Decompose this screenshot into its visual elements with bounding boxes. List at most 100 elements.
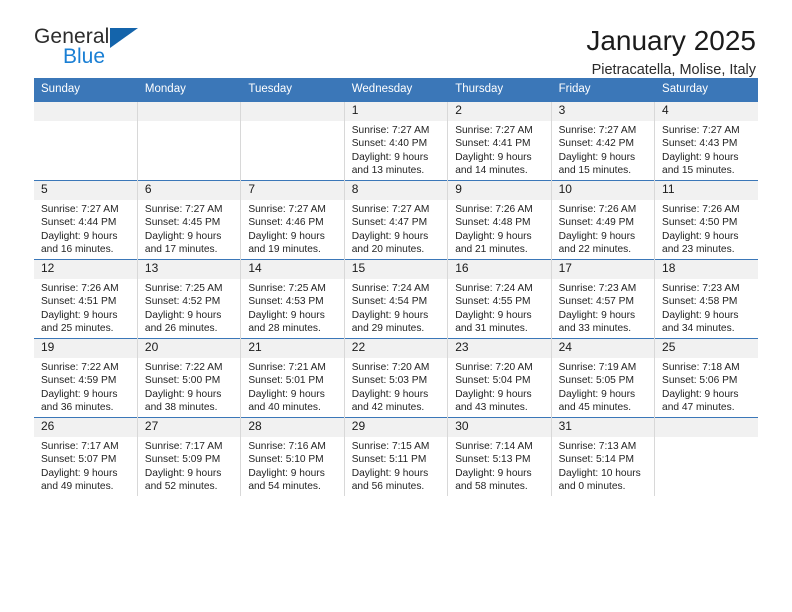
calendar-day-cell[interactable]: 17 Sunrise: 7:23 AM Sunset: 4:57 PM Dayligh… [551, 259, 656, 339]
day-cell-content [137, 102, 241, 180]
weekday-header-row: Sunday Monday Tuesday Wednesday Thursday… [34, 78, 758, 102]
calendar-day-cell[interactable]: 31 Sunrise: 7:13 AM Sunset: 5:14 PM Dayligh… [551, 417, 656, 496]
sunrise-time: Sunrise: 7:20 AM [455, 361, 533, 373]
calendar-day-cell[interactable]: 11 Sunrise: 7:26 AM Sunset: 4:50 PM Dayligh… [654, 180, 758, 260]
daylight-duration-line1: Daylight: 10 hours [558, 467, 641, 479]
sunrise-time: Sunrise: 7:27 AM [248, 203, 326, 215]
daylight-duration-line1: Daylight: 9 hours [455, 388, 532, 400]
calendar-day-cell[interactable]: 16 Sunrise: 7:24 AM Sunset: 4:55 PM Dayligh… [447, 259, 552, 339]
daylight-duration-line2: and 0 minutes. [558, 481, 626, 493]
calendar-day-cell[interactable]: 6 Sunrise: 7:27 AM Sunset: 4:45 PM Daylight… [137, 180, 242, 260]
calendar-day-cell[interactable]: 23 Sunrise: 7:20 AM Sunset: 5:04 PM Dayligh… [447, 338, 552, 418]
daylight-duration-line2: and 17 minutes. [144, 244, 218, 256]
calendar-day-cell[interactable]: 15 Sunrise: 7:24 AM Sunset: 4:54 PM Dayligh… [344, 259, 449, 339]
calendar-day-cell[interactable]: 24 Sunrise: 7:19 AM Sunset: 5:05 PM Dayligh… [551, 338, 656, 418]
day-cell-content: 11 Sunrise: 7:26 AM Sunset: 4:50 PM Dayligh… [655, 181, 758, 259]
day-sun-info: Sunrise: 7:26 AM Sunset: 4:50 PM Daylight:… [655, 200, 758, 257]
day-cell-content: 6 Sunrise: 7:27 AM Sunset: 4:45 PM Daylight… [137, 181, 241, 259]
day-cell-content: 19 Sunrise: 7:22 AM Sunset: 4:59 PM Dayligh… [34, 339, 137, 417]
sunrise-time: Sunrise: 7:24 AM [351, 282, 430, 294]
calendar-day-cell[interactable]: 30 Sunrise: 7:14 AM Sunset: 5:13 PM Dayligh… [447, 417, 552, 496]
calendar-day-cell[interactable]: 3 Sunrise: 7:27 AM Sunset: 4:42 PM Daylight… [551, 101, 656, 181]
day-sun-info: Sunrise: 7:27 AM Sunset: 4:40 PM Daylight:… [345, 121, 447, 178]
daylight-duration-line2: and 14 minutes. [455, 165, 528, 177]
day-number [241, 102, 344, 121]
calendar-day-cell[interactable]: 1 Sunrise: 7:27 AM Sunset: 4:40 PM Daylight… [344, 101, 449, 181]
day-number: 6 [137, 181, 241, 200]
day-cell-content: 17 Sunrise: 7:23 AM Sunset: 4:57 PM Dayligh… [551, 260, 655, 338]
day-cell-content: 30 Sunrise: 7:14 AM Sunset: 5:13 PM Dayligh… [448, 418, 551, 496]
calendar-day-cell[interactable]: 7 Sunrise: 7:27 AM Sunset: 4:46 PM Daylight… [240, 180, 345, 260]
calendar-day-cell[interactable]: 21 Sunrise: 7:21 AM Sunset: 5:01 PM Dayligh… [240, 338, 345, 418]
day-number: 4 [655, 102, 758, 121]
calendar-day-cell[interactable]: 13 Sunrise: 7:25 AM Sunset: 4:52 PM Dayligh… [137, 259, 242, 339]
day-cell-content: 21 Sunrise: 7:21 AM Sunset: 5:01 PM Dayligh… [241, 339, 344, 417]
calendar-day-cell[interactable]: 19 Sunrise: 7:22 AM Sunset: 4:59 PM Dayligh… [34, 338, 138, 418]
calendar-day-cell[interactable]: 4 Sunrise: 7:27 AM Sunset: 4:43 PM Daylight… [654, 101, 758, 181]
page-header: General Blue January 2025 Pietracatella,… [34, 0, 758, 78]
daylight-duration-line1: Daylight: 9 hours [558, 388, 636, 400]
day-number: 13 [137, 260, 241, 279]
day-cell-content: 25 Sunrise: 7:18 AM Sunset: 5:06 PM Dayligh… [655, 339, 758, 417]
daylight-duration-line1: Daylight: 9 hours [351, 230, 429, 242]
day-number: 2 [448, 102, 551, 121]
daylight-duration-line1: Daylight: 9 hours [248, 309, 325, 321]
day-sun-info: Sunrise: 7:25 AM Sunset: 4:52 PM Daylight:… [138, 279, 240, 336]
day-cell-content: 12 Sunrise: 7:26 AM Sunset: 4:51 PM Dayligh… [34, 260, 137, 338]
calendar-day-cell[interactable]: 10 Sunrise: 7:26 AM Sunset: 4:49 PM Dayligh… [551, 180, 656, 260]
calendar-day-cell[interactable]: 14 Sunrise: 7:25 AM Sunset: 4:53 PM Dayligh… [240, 259, 345, 339]
daylight-duration-line2: and 15 minutes. [662, 165, 735, 177]
calendar-day-cell[interactable]: 5 Sunrise: 7:27 AM Sunset: 4:44 PM Daylight… [34, 180, 138, 260]
sunrise-sunset-calendar: Sunday Monday Tuesday Wednesday Thursday… [34, 78, 758, 496]
daylight-duration-line1: Daylight: 9 hours [558, 230, 636, 242]
daylight-duration-line2: and 26 minutes. [144, 323, 218, 335]
daylight-duration-line2: and 15 minutes. [558, 165, 632, 177]
sunset-time: Sunset: 4:49 PM [558, 217, 634, 229]
day-sun-info: Sunrise: 7:24 AM Sunset: 4:54 PM Daylight:… [345, 279, 447, 336]
calendar-day-cell[interactable]: 18 Sunrise: 7:23 AM Sunset: 4:58 PM Dayligh… [654, 259, 758, 339]
daylight-duration-line2: and 47 minutes. [662, 402, 735, 414]
day-number: 31 [551, 418, 655, 437]
calendar-day-cell[interactable]: 29 Sunrise: 7:15 AM Sunset: 5:11 PM Dayligh… [344, 417, 449, 496]
sunrise-time: Sunrise: 7:17 AM [144, 440, 223, 452]
calendar-day-cell[interactable]: 22 Sunrise: 7:20 AM Sunset: 5:03 PM Dayligh… [344, 338, 449, 418]
daylight-duration-line1: Daylight: 9 hours [662, 151, 739, 163]
calendar-day-cell[interactable]: 8 Sunrise: 7:27 AM Sunset: 4:47 PM Daylight… [344, 180, 449, 260]
day-cell-content: 4 Sunrise: 7:27 AM Sunset: 4:43 PM Daylight… [655, 102, 758, 180]
daylight-duration-line2: and 40 minutes. [248, 402, 321, 414]
calendar-day-cell[interactable]: 20 Sunrise: 7:22 AM Sunset: 5:00 PM Dayligh… [137, 338, 242, 418]
calendar-day-cell[interactable]: 9 Sunrise: 7:26 AM Sunset: 4:48 PM Daylight… [447, 180, 552, 260]
weekday-header-saturday: Saturday [654, 78, 758, 102]
daylight-duration-line2: and 22 minutes. [558, 244, 632, 256]
day-cell-content: 16 Sunrise: 7:24 AM Sunset: 4:55 PM Dayligh… [448, 260, 551, 338]
day-cell-content: 28 Sunrise: 7:16 AM Sunset: 5:10 PM Dayligh… [241, 418, 344, 496]
day-cell-content [655, 418, 758, 496]
calendar-day-cell[interactable]: 27 Sunrise: 7:17 AM Sunset: 5:09 PM Dayligh… [137, 417, 242, 496]
day-cell-content: 26 Sunrise: 7:17 AM Sunset: 5:07 PM Dayligh… [34, 418, 137, 496]
day-number: 12 [34, 260, 137, 279]
weekday-header-friday: Friday [551, 78, 656, 102]
calendar-day-cell[interactable]: 25 Sunrise: 7:18 AM Sunset: 5:06 PM Dayligh… [654, 338, 758, 418]
day-sun-info: Sunrise: 7:20 AM Sunset: 5:04 PM Daylight:… [448, 358, 550, 415]
day-sun-info: Sunrise: 7:22 AM Sunset: 4:59 PM Daylight:… [34, 358, 137, 415]
day-sun-info: Sunrise: 7:17 AM Sunset: 5:07 PM Daylight:… [34, 437, 137, 494]
calendar-day-cell[interactable]: 28 Sunrise: 7:16 AM Sunset: 5:10 PM Dayligh… [240, 417, 345, 496]
day-cell-content: 31 Sunrise: 7:13 AM Sunset: 5:14 PM Dayligh… [551, 418, 655, 496]
daylight-duration-line1: Daylight: 9 hours [41, 309, 118, 321]
calendar-day-cell[interactable]: 26 Sunrise: 7:17 AM Sunset: 5:07 PM Dayligh… [34, 417, 138, 496]
weekday-header-sunday: Sunday [34, 78, 138, 102]
day-number: 27 [137, 418, 241, 437]
calendar-day-cell[interactable]: 12 Sunrise: 7:26 AM Sunset: 4:51 PM Dayligh… [34, 259, 138, 339]
sunset-time: Sunset: 5:10 PM [248, 454, 324, 466]
sunrise-time: Sunrise: 7:20 AM [351, 361, 430, 373]
day-number: 8 [344, 181, 448, 200]
daylight-duration-line1: Daylight: 9 hours [248, 230, 325, 242]
sunrise-time: Sunrise: 7:27 AM [455, 124, 533, 136]
sunrise-time: Sunrise: 7:18 AM [662, 361, 740, 373]
day-number: 10 [551, 181, 655, 200]
daylight-duration-line1: Daylight: 9 hours [455, 230, 532, 242]
sunset-time: Sunset: 4:59 PM [41, 375, 117, 387]
calendar-day-cell[interactable]: 2 Sunrise: 7:27 AM Sunset: 4:41 PM Daylight… [447, 101, 552, 181]
sunset-time: Sunset: 5:14 PM [558, 454, 634, 466]
day-sun-info: Sunrise: 7:27 AM Sunset: 4:44 PM Daylight:… [34, 200, 137, 257]
